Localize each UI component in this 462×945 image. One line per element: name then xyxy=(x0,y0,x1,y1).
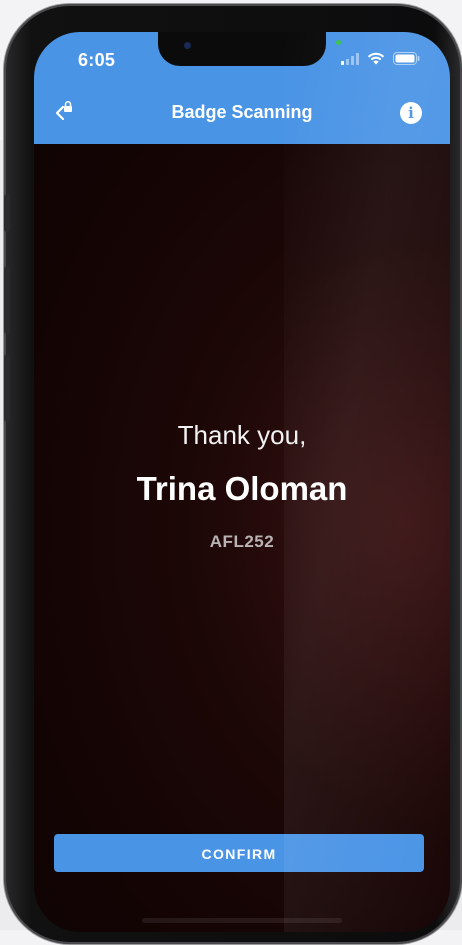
signal-icon xyxy=(341,52,359,65)
app-header: 6:05 Badge Scanning i xyxy=(34,32,450,144)
side-button-silent xyxy=(4,194,10,232)
status-time: 6:05 xyxy=(78,50,116,70)
wifi-icon xyxy=(367,52,385,65)
attendee-code: AFL252 xyxy=(209,532,275,551)
side-button-volume-down xyxy=(4,354,10,422)
phone-screen: 6:05 Badge Scanning i Thank you, Trina O… xyxy=(34,32,450,932)
home-indicator xyxy=(142,918,342,923)
info-button[interactable]: i xyxy=(400,102,422,124)
page-title: Badge Scanning xyxy=(171,102,313,122)
side-button-volume-up xyxy=(4,266,10,334)
phone-frame: 6:05 Badge Scanning i Thank you, Trina O… xyxy=(4,4,462,944)
attendee-name: Trina Oloman xyxy=(136,470,348,507)
privacy-indicator-icon xyxy=(336,40,341,45)
status-icons xyxy=(341,52,420,65)
page: 6:05 Badge Scanning i Thank you, Trina O… xyxy=(0,0,462,945)
notch xyxy=(158,32,326,66)
battery-icon xyxy=(393,52,420,65)
camera-icon xyxy=(184,42,191,49)
confirm-button[interactable]: CONFIRM xyxy=(54,834,424,872)
thank-you-text: Thank you, xyxy=(177,420,307,450)
